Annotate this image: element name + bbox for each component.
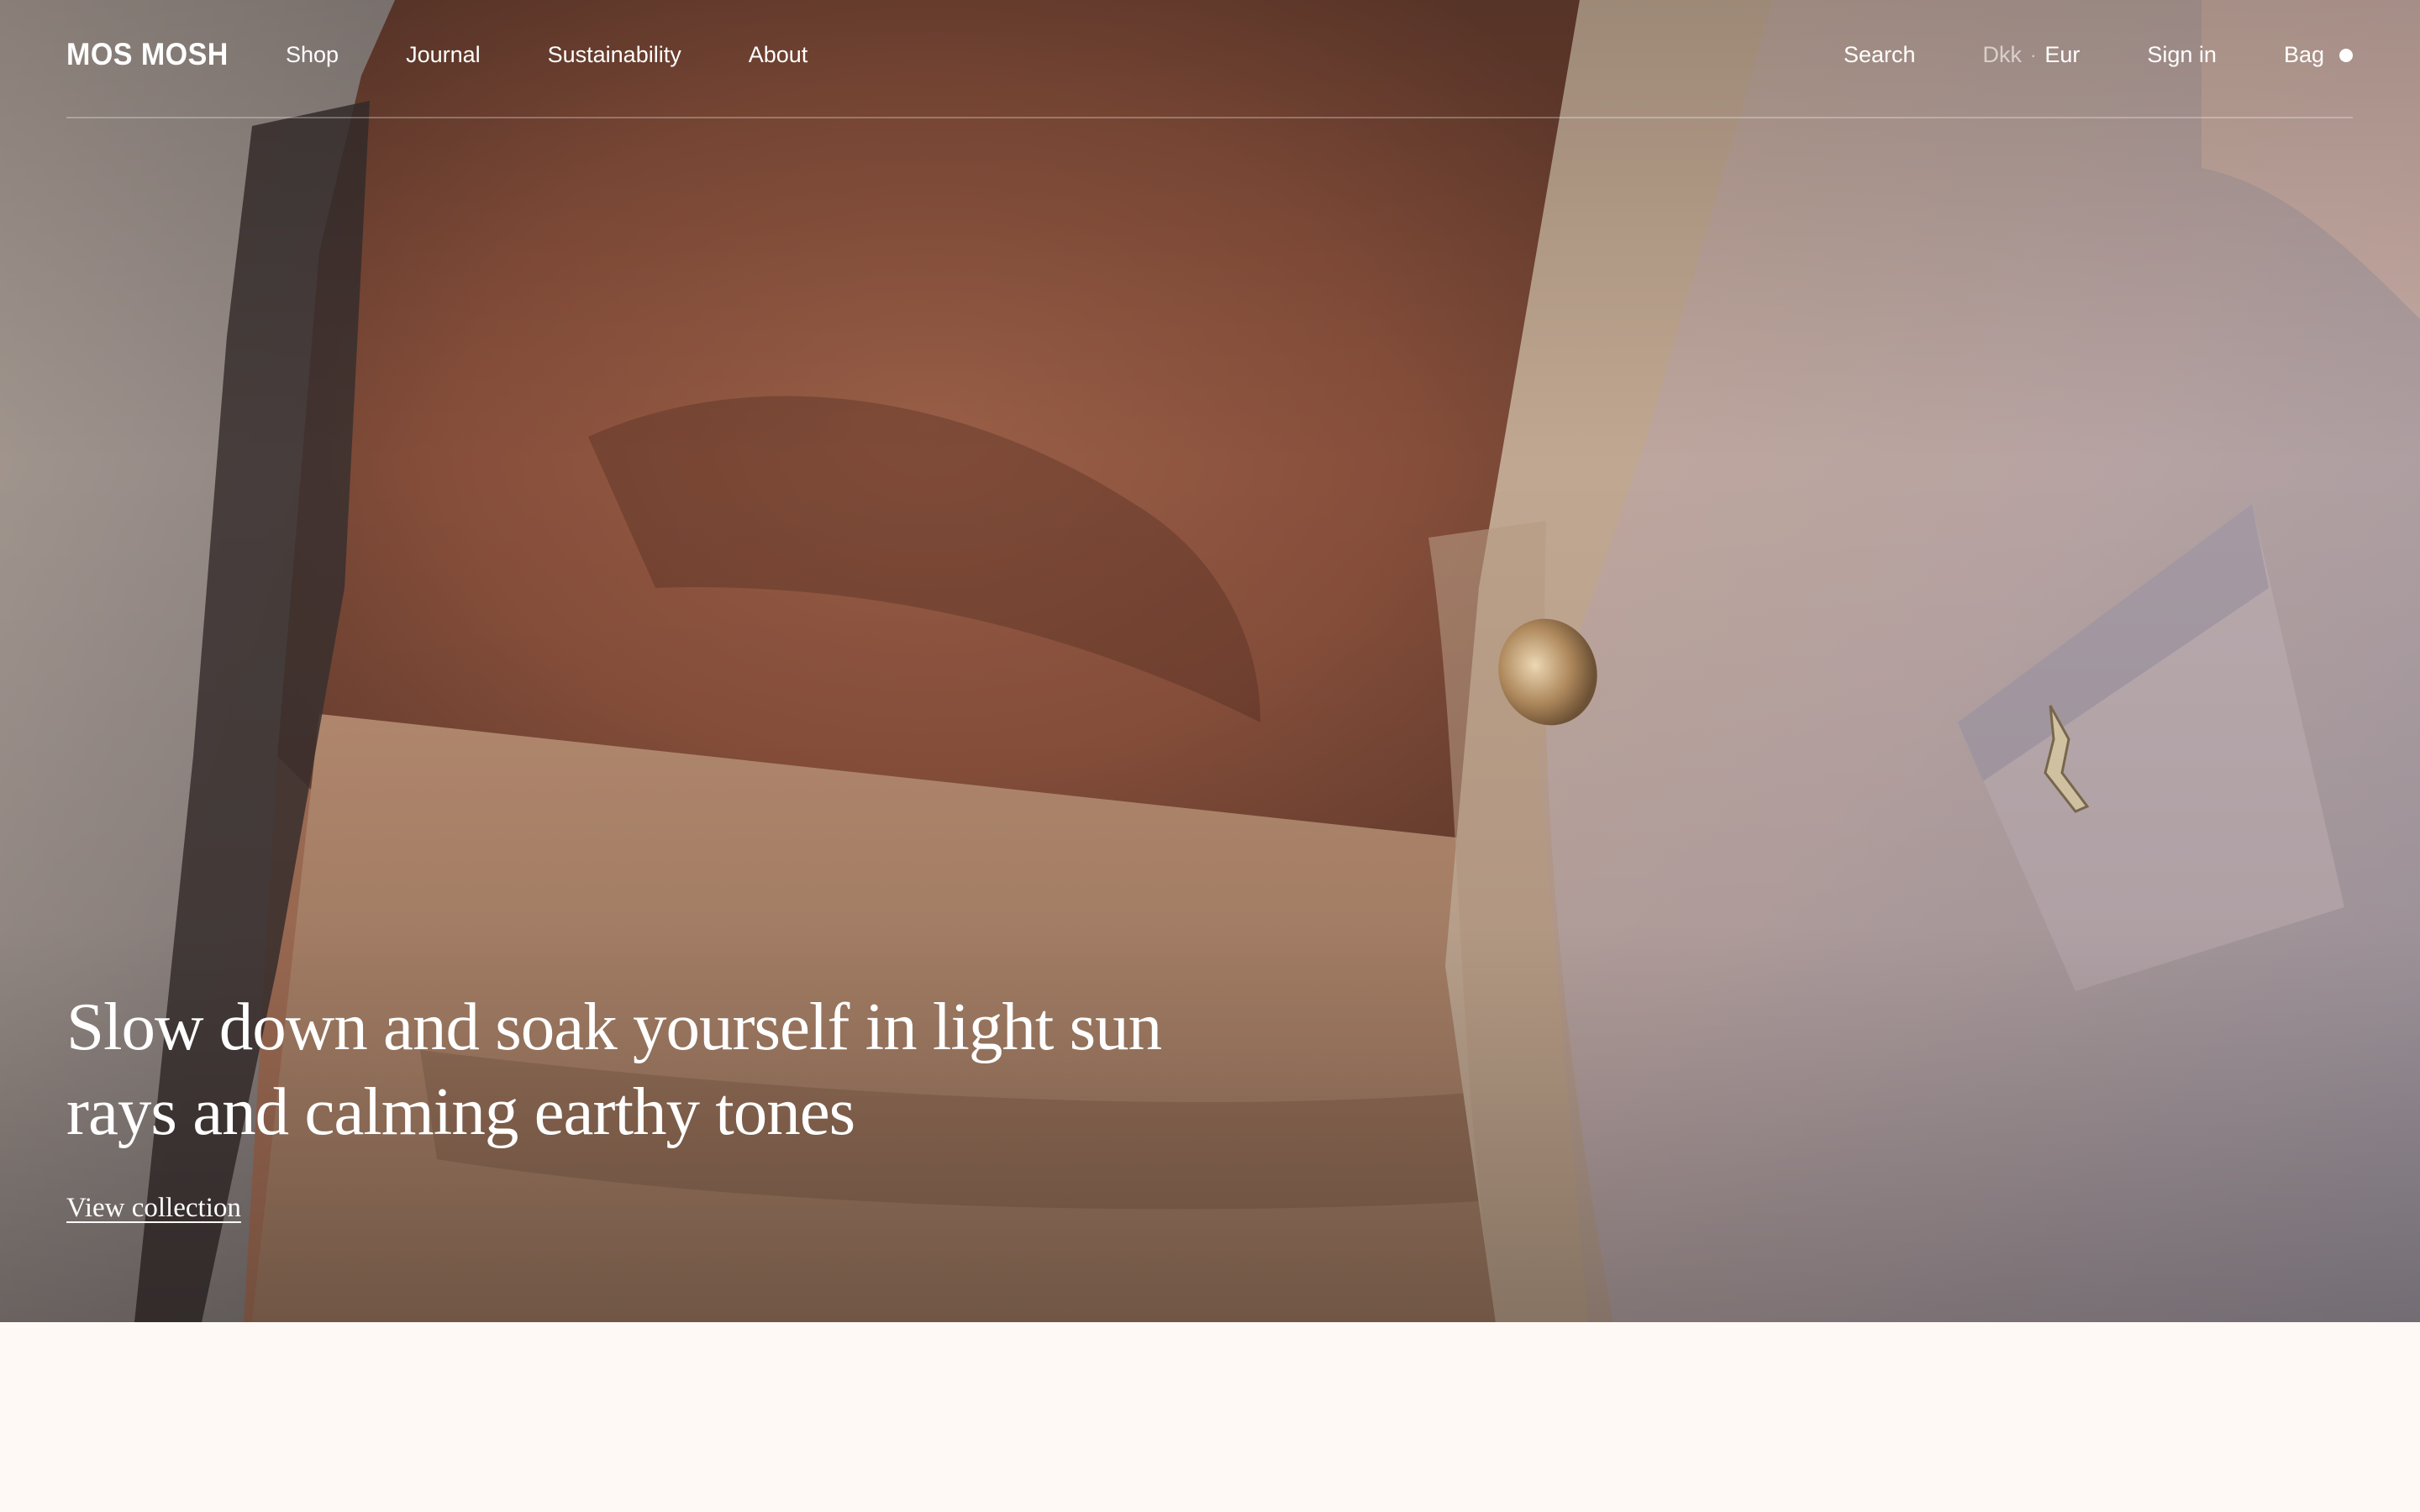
hero-headline-line-2: rays and calming earthy tones [66,1074,855,1149]
currency-option-dkk[interactable]: Dkk [1983,42,2023,68]
currency-separator: · [2030,44,2037,66]
sign-in-link[interactable]: Sign in [2147,42,2217,68]
nav-link-journal[interactable]: Journal [406,42,481,68]
utility-nav: Search Dkk · Eur Sign in Bag [1844,42,2353,68]
hero-headline-line-1: Slow down and soak yourself in light sun [66,989,1162,1064]
hero-headline: Slow down and soak yourself in light sun… [66,984,1243,1154]
search-link[interactable]: Search [1844,42,1916,68]
hero-banner: MOS MOSH Shop Journal Sustainability Abo… [0,0,2420,1322]
currency-option-eur[interactable]: Eur [2044,42,2080,68]
bag-indicator-dot-icon [2339,48,2353,62]
primary-nav-links: Shop Journal Sustainability About [286,42,875,68]
bag-button[interactable]: Bag [2284,42,2353,68]
nav-link-sustainability[interactable]: Sustainability [548,42,681,68]
brand-logo[interactable]: MOS MOSH [66,37,229,72]
currency-switcher: Dkk · Eur [1983,42,2081,68]
nav-link-shop[interactable]: Shop [286,42,339,68]
bag-label: Bag [2283,42,2324,67]
nav-link-about[interactable]: About [749,42,808,68]
page-content-area [0,1322,2420,1512]
view-collection-link[interactable]: View collection [66,1193,241,1224]
top-navigation: MOS MOSH Shop Journal Sustainability Abo… [66,0,2353,118]
